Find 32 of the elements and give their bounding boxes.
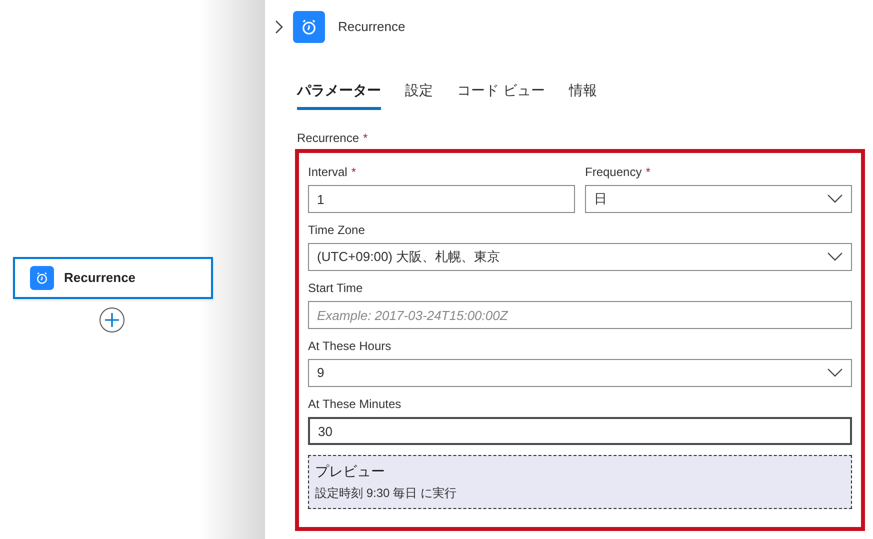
field-label: At These Hours	[308, 338, 392, 355]
dropdown[interactable]: 9	[308, 359, 852, 387]
alarm-clock-icon	[35, 271, 49, 285]
chevron-down-icon	[827, 194, 843, 204]
workflow-step-card[interactable]: Recurrence	[13, 257, 213, 299]
alarm-clock-icon	[300, 18, 318, 36]
tab[interactable]: コード ビュー	[457, 80, 545, 110]
step-title: Recurrence	[64, 269, 136, 288]
preview-title: プレビュー	[315, 462, 386, 481]
field-label: Start Time	[308, 280, 363, 297]
tab[interactable]: パラメーター	[297, 80, 381, 110]
field-label: Frequency	[585, 164, 642, 181]
dropdown[interactable]: 日	[585, 185, 852, 213]
chevron-right-icon[interactable]	[275, 20, 283, 34]
field-label: At These Minutes	[308, 396, 402, 413]
required-asterisk: *	[351, 164, 356, 181]
chevron-down-icon	[827, 368, 843, 378]
add-step-icon[interactable]	[99, 307, 125, 333]
section-label: Recurrence	[297, 130, 360, 147]
input-field[interactable]: Example: 2017-03-24T15:00:00Z	[308, 301, 852, 329]
field-label: Interval	[308, 164, 348, 181]
input-field[interactable]: 30	[308, 417, 852, 445]
preview-text: 設定時刻 9:30 毎日 に実行	[315, 485, 458, 502]
chevron-down-icon	[827, 252, 843, 262]
tab[interactable]: 情報	[568, 80, 597, 110]
dropdown[interactable]: (UTC+09:00) 大阪、札幌、東京	[308, 243, 852, 271]
input-field[interactable]: 1	[308, 185, 575, 213]
panel-title: Recurrence	[338, 18, 406, 36]
required-asterisk: *	[363, 130, 368, 147]
field-label: Time Zone	[308, 222, 365, 239]
tab[interactable]: 設定	[405, 80, 433, 110]
required-asterisk: *	[646, 164, 650, 181]
